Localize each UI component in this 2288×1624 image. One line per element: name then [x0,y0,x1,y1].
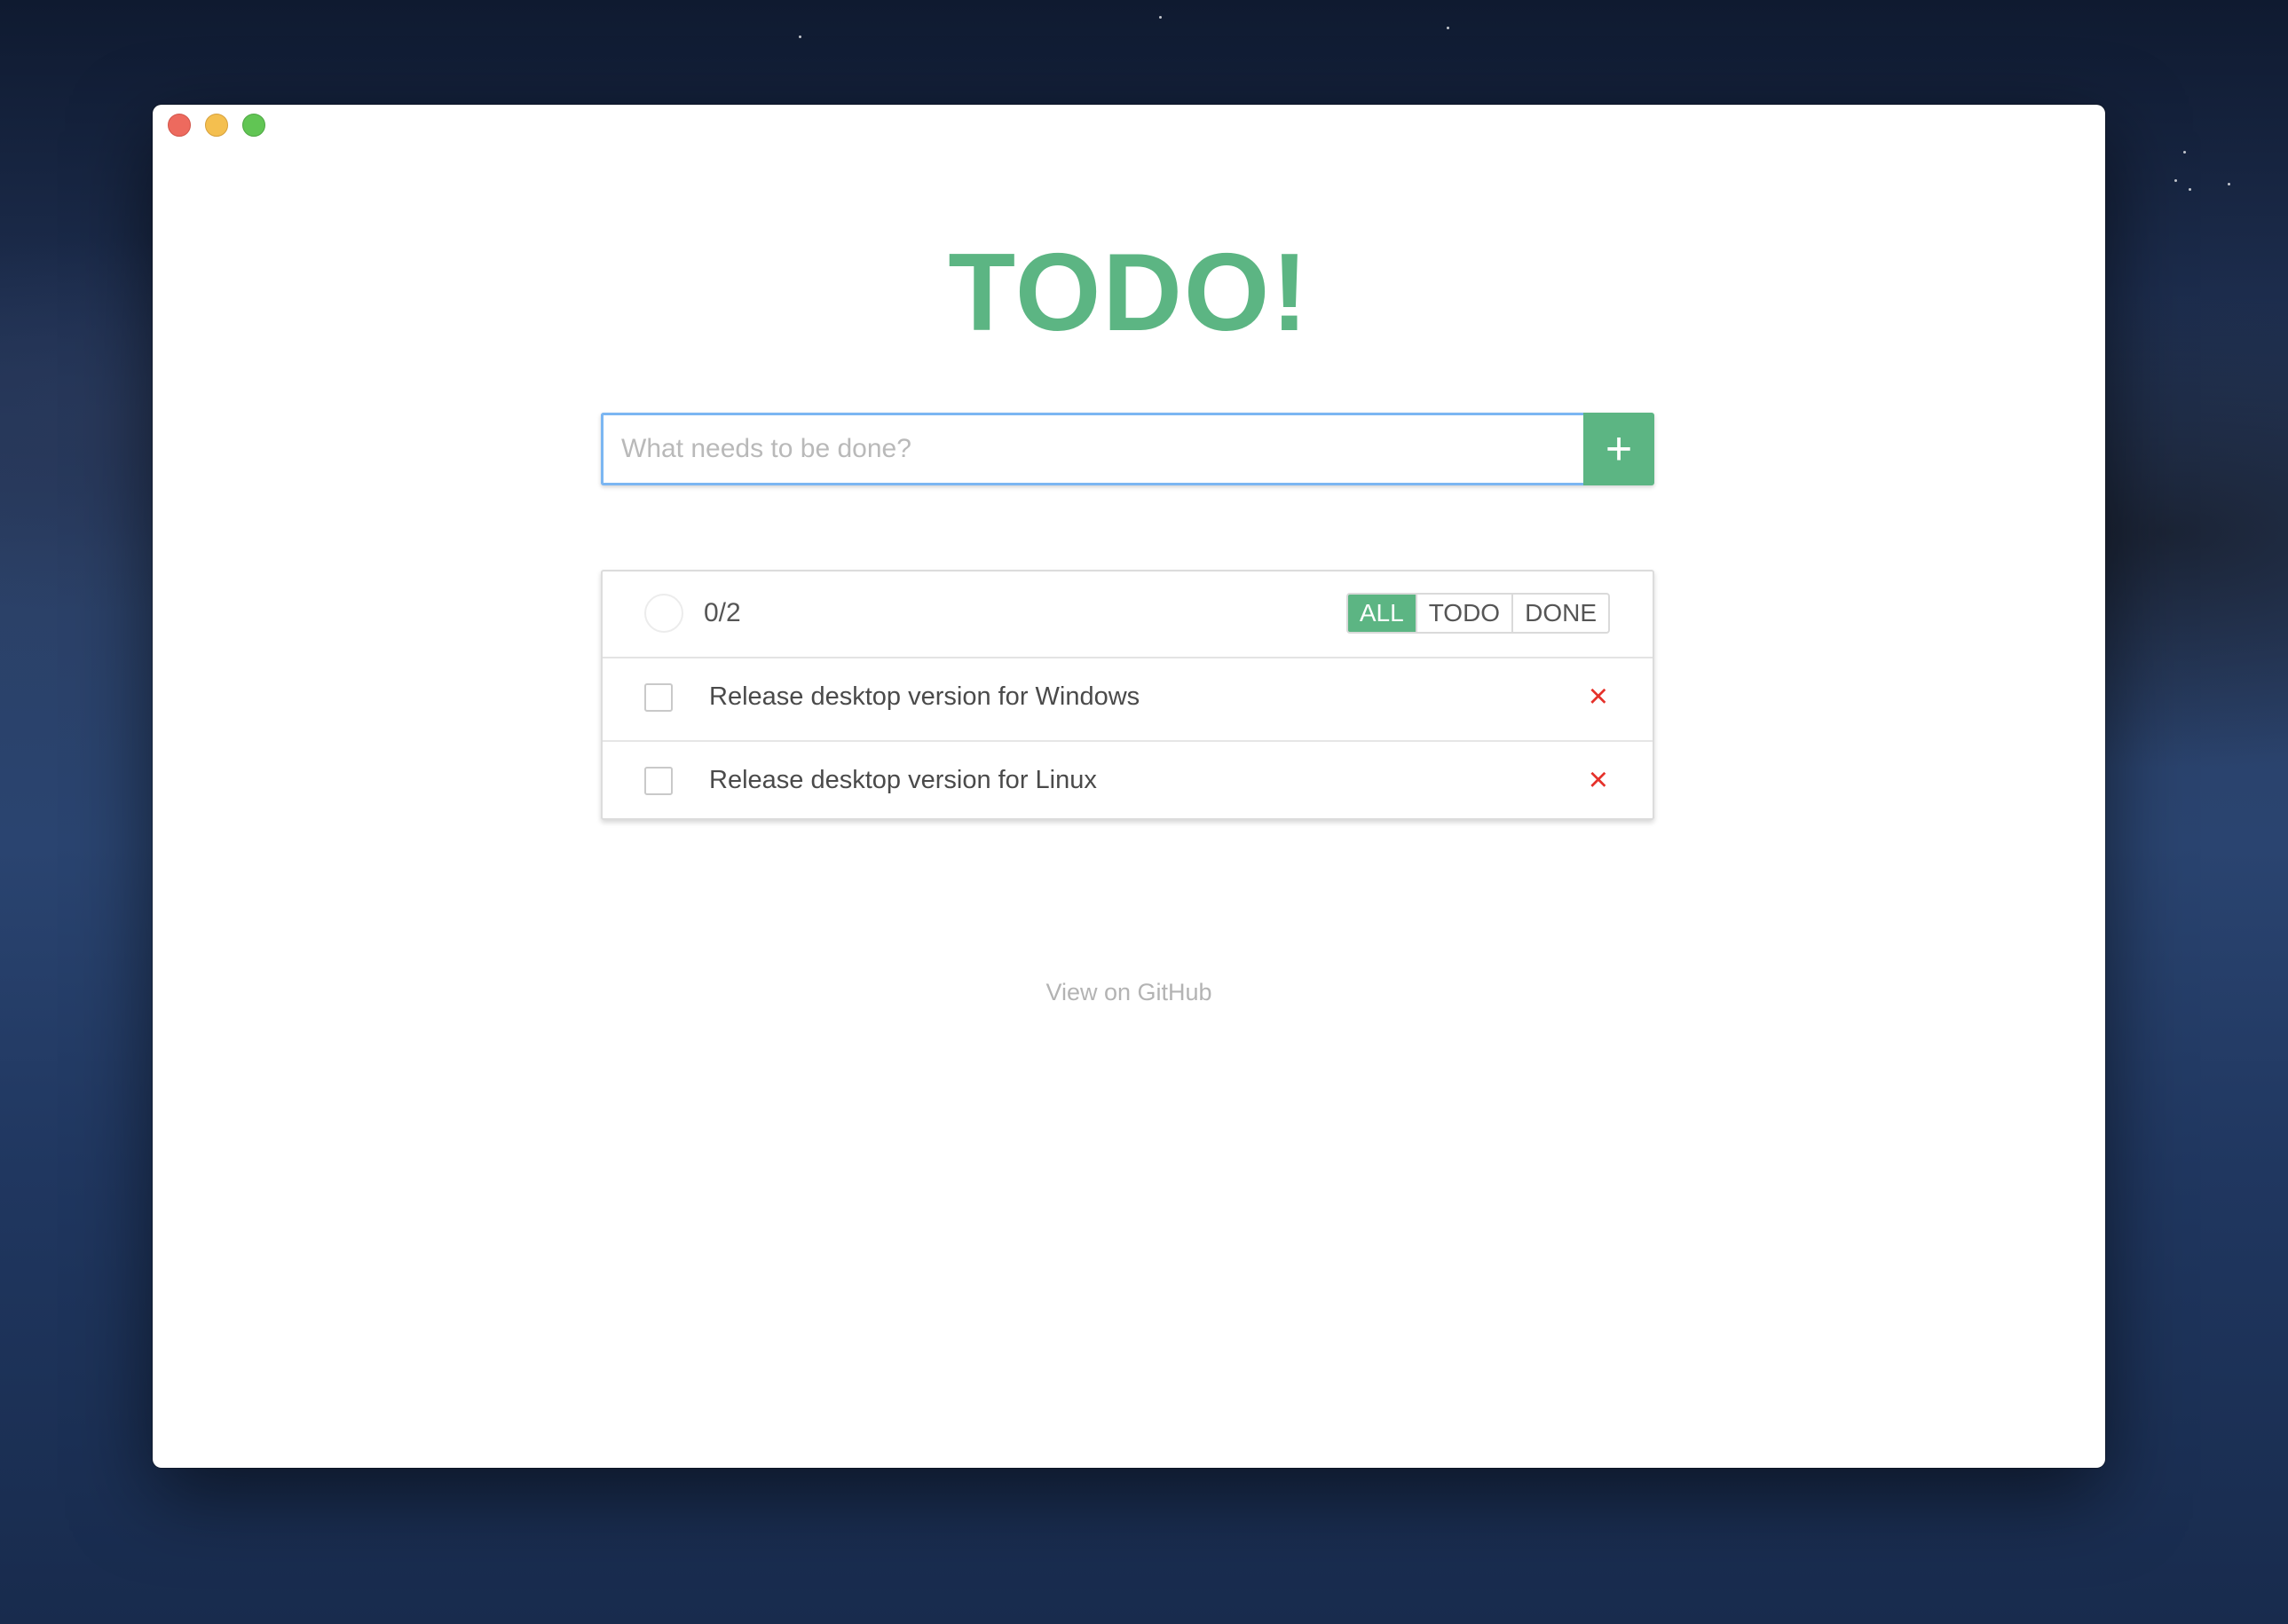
todo-checkbox[interactable] [644,767,673,795]
filter-all-button[interactable]: ALL [1347,595,1416,632]
add-todo-form: + [601,413,1654,485]
todo-item-text: Release desktop version for Windows [709,682,1140,711]
filter-todo-button[interactable]: TODO [1415,595,1511,632]
minimize-window-button[interactable] [205,114,228,137]
toggle-all-button[interactable] [644,594,683,633]
list-header: 0/2 ALL TODO DONE [603,572,1653,658]
delete-icon[interactable]: × [1589,680,1608,713]
traffic-lights [168,114,265,137]
add-todo-button[interactable]: + [1583,413,1654,485]
todo-list: 0/2 ALL TODO DONE Release desktop versio… [601,570,1654,820]
filter-done-button[interactable]: DONE [1511,595,1608,632]
close-window-button[interactable] [168,114,191,137]
filter-group: ALL TODO DONE [1345,593,1610,634]
new-todo-input[interactable] [601,413,1583,485]
plus-icon: + [1605,423,1633,475]
app-title: TODO! [948,232,1310,354]
maximize-window-button[interactable] [242,114,265,137]
progress-count: 0/2 [704,598,741,627]
todo-item: Release desktop version for Linux × [603,742,1653,824]
todo-item: Release desktop version for Windows × [603,658,1653,742]
delete-icon[interactable]: × [1589,763,1608,797]
todo-item-text: Release desktop version for Linux [709,766,1097,794]
github-link[interactable]: View on GitHub [153,979,2105,1006]
todo-checkbox[interactable] [644,683,673,712]
app-window: TODO! + 0/2 ALL TODO DONE Release deskto… [153,105,2105,1468]
